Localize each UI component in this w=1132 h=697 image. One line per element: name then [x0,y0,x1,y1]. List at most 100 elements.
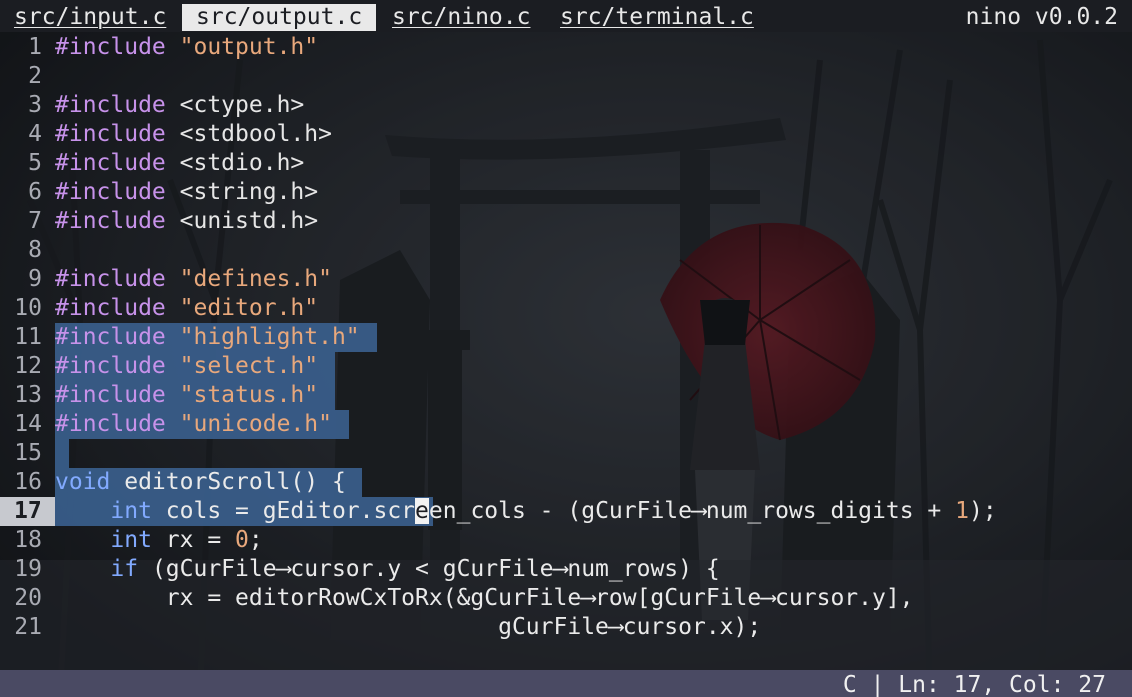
line-number: 16 [14,469,42,495]
code-token: int [110,498,152,524]
code-token: #include [55,121,166,147]
code-line[interactable]: 21 gCurFile⟶cursor.x); [0,613,1132,642]
code-token: #include [55,353,166,379]
code-token: #include [55,179,166,205]
code-token: #include [55,295,166,321]
code-line[interactable]: 7 #include <unistd.h> [0,207,1132,236]
tab-nino-c[interactable]: src/nino.c [392,4,530,31]
code-text: void editorScroll() { [55,468,346,497]
code-line[interactable]: 1 #include "output.h" [0,33,1132,62]
code-token: en_cols - (gCurFile⟶num_rows_digits + [428,498,956,524]
code-token: "editor.h" [179,295,319,321]
code-token: "highlight.h" [179,324,360,350]
code-text: gCurFile⟶cursor.x); [55,613,761,642]
code-text: #include "select.h" [55,352,318,381]
line-number: 4 [28,121,42,147]
code-line[interactable]: 12 #include "select.h" [0,352,1132,381]
code-line[interactable]: 3 #include <ctype.h> [0,91,1132,120]
code-text: #include <stdbool.h> [55,120,332,149]
tab-input-c[interactable]: src/input.c [14,4,166,31]
line-number: 2 [28,63,42,89]
code-token: <unistd.h> [179,208,319,234]
code-line[interactable]: 4 #include <stdbool.h> [0,120,1132,149]
code-text: rx = editorRowCxToRx(&gCurFile⟶row[gCurF… [55,584,914,613]
code-token: "defines.h" [179,266,332,292]
code-editor[interactable]: 1 #include "output.h" 2 3 #include <ctype.h>… [0,32,1132,670]
code-token: ; [248,527,263,553]
code-line[interactable]: 2 [0,62,1132,91]
line-number: 11 [14,324,42,350]
line-number: 15 [14,440,42,466]
code-line[interactable]: 16 void editorScroll() { [0,468,1132,497]
code-token: <ctype.h> [179,92,305,118]
selection-highlight [55,439,69,468]
line-number: 6 [28,179,42,205]
code-token: #include [55,208,166,234]
code-line[interactable]: 20 rx = editorRowCxToRx(&gCurFile⟶row[gC… [0,584,1132,613]
code-token: int [110,527,152,553]
line-number: 17 [0,497,55,526]
code-token: 0 [235,527,249,553]
code-text: if (gCurFile⟶cursor.y < gCurFile⟶num_row… [55,555,719,584]
code-token: 1 [955,498,969,524]
code-line[interactable]: 13 #include "status.h" [0,381,1132,410]
code-token: #include [55,266,166,292]
line-number: 13 [14,382,42,408]
code-text: #include <string.h> [55,178,318,207]
code-token: #include [55,150,166,176]
code-line[interactable]: 15 [0,439,1132,468]
code-line[interactable]: 17 int cols = gEditor.screen_cols - (gCu… [0,497,1132,526]
line-number: 3 [28,92,42,118]
line-number: 18 [14,527,42,553]
code-line[interactable]: 5 #include <stdio.h> [0,149,1132,178]
code-token: #include [55,382,166,408]
line-number: 9 [28,266,42,292]
code-line[interactable]: 11 #include "highlight.h" [0,323,1132,352]
line-number: 21 [14,614,42,640]
code-line[interactable]: 14 #include "unicode.h" [0,410,1132,439]
line-number: 14 [14,411,42,437]
code-token: <stdbool.h> [179,121,332,147]
text-cursor: e [415,498,429,524]
code-line[interactable]: 10 #include "editor.h" [0,294,1132,323]
code-token: editorScroll() { [110,469,346,495]
code-text: int cols = gEditor.screen_cols - (gCurFi… [55,497,997,526]
line-number: 5 [28,150,42,176]
tab-bar: src/input.c src/output.c src/nino.c src/… [0,0,1132,32]
code-text: #include <stdio.h> [55,149,304,178]
tab-terminal-c[interactable]: src/terminal.c [560,4,754,31]
code-token: #include [55,34,166,60]
code-line[interactable]: 19 if (gCurFile⟶cursor.y < gCurFile⟶num_… [0,555,1132,584]
code-token: gCurFile⟶cursor.x); [55,614,762,640]
code-line[interactable]: 8 [0,236,1132,265]
code-token: #include [55,324,166,350]
code-line[interactable]: 6 #include <string.h> [0,178,1132,207]
line-number: 7 [28,208,42,234]
code-token: if [110,556,139,582]
code-line[interactable]: 18 int rx = 0; [0,526,1132,555]
code-token: cols = gEditor.scr [151,498,416,524]
code-text: #include "unicode.h" [55,410,332,439]
line-number: 19 [14,556,42,582]
code-line[interactable]: 9 #include "defines.h" [0,265,1132,294]
code-token: "unicode.h" [179,411,332,437]
code-text: int rx = 0; [55,526,263,555]
line-number: 12 [14,353,42,379]
line-number: 8 [28,237,42,263]
tab-output-c[interactable]: src/output.c [182,4,377,31]
code-text: #include "defines.h" [55,265,332,294]
code-token: rx = [151,527,236,553]
code-token: rx = editorRowCxToRx(&gCurFile⟶row[gCurF… [55,585,914,611]
line-number: 1 [28,34,42,60]
code-text: #include "highlight.h" [55,323,360,352]
line-number: 20 [14,585,42,611]
code-token: ); [968,498,997,524]
code-text: #include "editor.h" [55,294,318,323]
